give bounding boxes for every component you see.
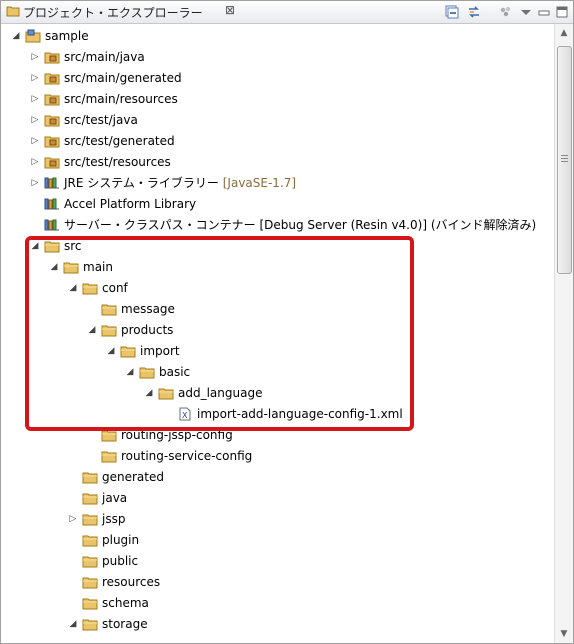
link-with-editor-icon[interactable] <box>466 4 482 20</box>
tree-item[interactable]: ▷ src/test/generated <box>1 131 554 152</box>
folder-icon <box>82 556 98 568</box>
tree-item-label: java <box>102 491 128 505</box>
library-icon <box>44 219 59 231</box>
folder-icon <box>82 535 98 547</box>
package-folder-icon <box>44 136 60 148</box>
collapsed-twisty-icon[interactable]: ▷ <box>68 514 78 524</box>
minimize-view-icon[interactable] <box>536 4 552 20</box>
package-folder-icon <box>44 73 60 85</box>
tree-item-label: サーバー・クラスパス・コンテナー [Debug Server (Resin v4… <box>64 218 537 232</box>
tree-item-label: src/main/java <box>64 50 145 64</box>
tree-item[interactable]: ▷ JRE システム・ライブラリー [JavaSE-1.7] <box>1 173 554 194</box>
tree-item-label: src/main/resources <box>64 92 178 106</box>
tree-item[interactable]: public <box>1 551 554 572</box>
tree-item[interactable]: resources <box>1 572 554 593</box>
highlight-annotation-box <box>25 236 414 431</box>
view-title: プロジェクト・エクスプローラー <box>23 6 203 20</box>
collapsed-twisty-icon[interactable]: ▷ <box>30 94 40 104</box>
tree-item[interactable]: ▷ jssp <box>1 509 554 530</box>
tree-item[interactable]: サーバー・クラスパス・コンテナー [Debug Server (Resin v4… <box>1 215 554 236</box>
tree-item-label: src/test/resources <box>64 155 171 169</box>
library-icon <box>44 177 59 189</box>
scroll-down-icon[interactable]: ▼ <box>558 627 570 641</box>
tree-item-label: src/test/java <box>64 113 138 127</box>
view-menu-chevron-icon[interactable] <box>518 4 534 20</box>
collapsed-twisty-icon[interactable]: ▷ <box>30 136 40 146</box>
vertical-scrollbar[interactable]: ▲ ▼ <box>554 24 573 643</box>
library-icon <box>44 198 59 210</box>
tree-item-label: resources <box>102 575 161 589</box>
view-menu-dots-icon[interactable] <box>498 4 514 20</box>
tree-item-label: src/main/generated <box>64 71 182 85</box>
tree-item[interactable]: ▷ src/main/java <box>1 47 554 68</box>
tree-item-label: jssp <box>102 512 126 526</box>
folder-icon <box>82 577 98 589</box>
tree-item[interactable]: ◢ sample <box>1 26 554 47</box>
tree-item[interactable]: ◢ storage <box>1 614 554 635</box>
tree-item-label: public <box>102 554 139 568</box>
folder-icon <box>82 514 98 526</box>
maximize-view-icon[interactable] <box>554 4 570 20</box>
tree-item[interactable]: java <box>1 488 554 509</box>
tree-item[interactable]: ▷ src/main/generated <box>1 68 554 89</box>
collapsed-twisty-icon[interactable]: ▷ <box>30 73 40 83</box>
collapsed-twisty-icon[interactable]: ▷ <box>30 157 40 167</box>
collapsed-twisty-icon[interactable]: ▷ <box>30 52 40 62</box>
package-folder-icon <box>44 94 60 106</box>
tree-item-label: routing-service-config <box>121 449 253 463</box>
project-explorer-icon <box>6 6 20 17</box>
scrollbar-thumb[interactable] <box>557 46 572 274</box>
tree-item-decoration: [JavaSE-1.7] <box>222 176 297 190</box>
folder-icon <box>82 598 98 610</box>
collapsed-twisty-icon[interactable]: ▷ <box>30 178 40 188</box>
project-icon <box>25 29 41 43</box>
tree-item[interactable]: schema <box>1 593 554 614</box>
tree-item[interactable]: routing-service-config <box>1 446 554 467</box>
tree-item[interactable]: ▷ src/test/resources <box>1 152 554 173</box>
tree-item-label: schema <box>102 596 149 610</box>
tree-item[interactable]: Accel Platform Library <box>1 194 554 215</box>
folder-icon <box>82 619 98 631</box>
package-folder-icon <box>44 157 60 169</box>
tree-item-label: src/test/generated <box>64 134 175 148</box>
expanded-twisty-icon[interactable]: ◢ <box>11 31 21 41</box>
view-title-bar: プロジェクト・エクスプローラー ⊠ <box>1 1 573 24</box>
tree-item-label: generated <box>102 470 164 484</box>
project-explorer-view: プロジェクト・エクスプローラー ⊠ ◢ sample ▷ src/main/java ▷… <box>0 0 574 644</box>
folder-icon <box>101 451 117 463</box>
tree-item[interactable]: ▷ src/test/java <box>1 110 554 131</box>
tree-item[interactable]: plugin <box>1 530 554 551</box>
package-folder-icon <box>44 52 60 64</box>
tree-item-label: JRE システム・ライブラリー [JavaSE-1.7] <box>64 176 297 190</box>
folder-icon <box>82 472 98 484</box>
collapse-all-icon[interactable] <box>444 4 460 20</box>
tree-item[interactable]: ▷ src/main/resources <box>1 89 554 110</box>
scroll-up-icon[interactable]: ▲ <box>558 26 570 40</box>
tree-item-label: sample <box>45 29 89 43</box>
tree-item-label: plugin <box>102 533 140 547</box>
close-view-icon[interactable]: ⊠ <box>225 3 235 17</box>
tree-item[interactable]: generated <box>1 467 554 488</box>
folder-icon <box>82 493 98 505</box>
expanded-twisty-icon[interactable]: ◢ <box>68 619 78 629</box>
package-folder-icon <box>44 115 60 127</box>
tree-item-label: storage <box>102 617 148 631</box>
collapsed-twisty-icon[interactable]: ▷ <box>30 115 40 125</box>
tree-item-label: Accel Platform Library <box>64 197 197 211</box>
